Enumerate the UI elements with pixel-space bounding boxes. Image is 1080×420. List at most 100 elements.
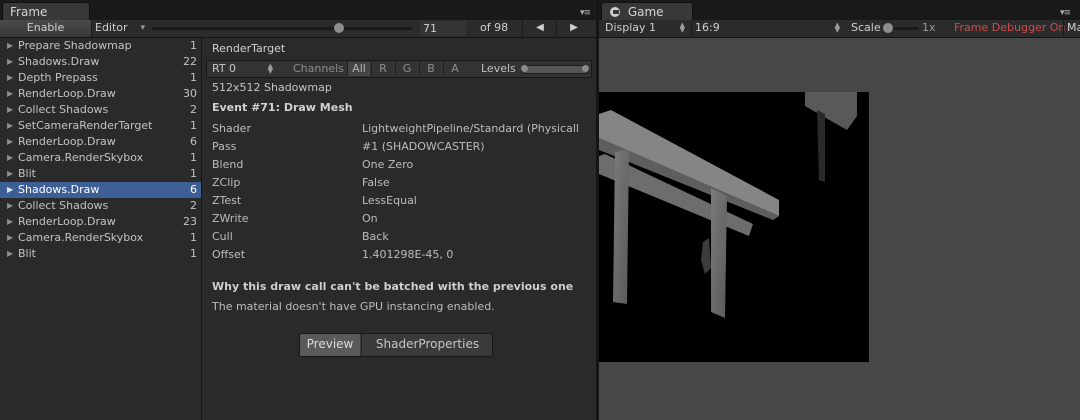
- event-count: 1: [190, 247, 197, 260]
- property-name: Shader: [212, 122, 251, 135]
- event-count: 2: [190, 103, 197, 116]
- tab-shader-properties[interactable]: ShaderProperties: [361, 334, 492, 356]
- panel-menu-icon[interactable]: ▾≡: [1060, 8, 1074, 18]
- levels-min-handle[interactable]: [521, 65, 528, 72]
- event-label: Shadows.Draw: [18, 55, 100, 68]
- event-list-item[interactable]: ▶ RenderLoop.Draw 30: [0, 86, 201, 102]
- property-value: LightweightPipeline/Standard (Physicall: [362, 122, 579, 135]
- expand-triangle-icon[interactable]: ▶: [7, 38, 13, 54]
- property-name: ZClip: [212, 176, 241, 189]
- tab-game[interactable]: Game: [601, 2, 693, 20]
- expand-triangle-icon[interactable]: ▶: [7, 86, 13, 102]
- event-count: 1: [190, 231, 197, 244]
- channel-g-button[interactable]: G: [395, 62, 418, 76]
- property-name: Pass: [212, 140, 237, 153]
- slider-thumb[interactable]: [334, 23, 345, 33]
- channel-r-button[interactable]: R: [371, 62, 394, 76]
- event-list-item[interactable]: ▶ RenderLoop.Draw 6: [0, 134, 201, 150]
- previous-event-button[interactable]: ◀: [522, 20, 557, 37]
- expand-triangle-icon[interactable]: ▶: [7, 230, 13, 246]
- channel-b-button[interactable]: B: [419, 62, 442, 76]
- levels-slider[interactable]: [521, 65, 589, 74]
- expand-triangle-icon[interactable]: ▶: [7, 134, 13, 150]
- torii-gate-shadowmap: [599, 92, 857, 318]
- event-label: Blit: [18, 167, 36, 180]
- scale-slider[interactable]: [883, 20, 919, 37]
- enable-button[interactable]: Enable: [0, 20, 92, 37]
- render-target-heading: RenderTarget: [212, 42, 286, 55]
- event-label: Depth Prepass: [18, 71, 98, 84]
- event-count: 1: [190, 119, 197, 132]
- render-target-info: 512x512 Shadowmap: [212, 81, 332, 94]
- event-label: RenderLoop.Draw: [18, 135, 116, 148]
- aspect-dropdown[interactable]: 16:9 ▲ ▼: [691, 20, 844, 37]
- event-count: 1: [190, 39, 197, 52]
- event-list-item[interactable]: ▶ SetCameraRenderTarget 1: [0, 118, 201, 134]
- slider-thumb[interactable]: [883, 23, 893, 33]
- detail-tab-group: Preview ShaderProperties: [299, 333, 493, 357]
- event-list-item[interactable]: ▶ Prepare Shadowmap 1: [0, 38, 201, 54]
- display-dropdown[interactable]: Display 1 ▲ ▼: [605, 20, 689, 37]
- event-label: Collect Shadows: [18, 199, 109, 212]
- expand-triangle-icon[interactable]: ▶: [7, 54, 13, 70]
- expand-triangle-icon[interactable]: ▶: [7, 198, 13, 214]
- scale-value: 1x: [922, 21, 936, 34]
- expand-triangle-icon[interactable]: ▶: [7, 102, 13, 118]
- property-value: On: [362, 212, 378, 225]
- event-list: ▶ Prepare Shadowmap 1 ▶ Shadows.Draw 22 ▶ Depth…: [0, 38, 202, 420]
- expand-triangle-icon[interactable]: ▶: [7, 70, 13, 86]
- expand-triangle-icon[interactable]: ▶: [7, 182, 13, 198]
- panel-menu-icon[interactable]: ▾≡: [580, 8, 594, 18]
- expand-triangle-icon[interactable]: ▶: [7, 214, 13, 230]
- event-count: 1: [190, 151, 197, 164]
- rt-dropdown-value: RT 0: [212, 62, 237, 75]
- event-slider[interactable]: [152, 20, 412, 37]
- maximize-on-play-button[interactable]: Ma: [1063, 20, 1080, 36]
- event-label: Camera.RenderSkybox: [18, 231, 144, 244]
- event-label: Prepare Shadowmap: [18, 39, 132, 52]
- channel-all-button[interactable]: All: [347, 62, 370, 76]
- event-list-item[interactable]: ▶ Shadows.Draw 22: [0, 54, 201, 70]
- tab-preview[interactable]: Preview: [300, 334, 360, 356]
- property-name: ZTest: [212, 194, 242, 207]
- display-dropdown-value: Display 1: [605, 21, 657, 34]
- expand-triangle-icon[interactable]: ▶: [7, 166, 13, 182]
- event-list-item[interactable]: ▶ Blit 1: [0, 166, 201, 182]
- target-dropdown[interactable]: Editor ▾: [95, 20, 147, 37]
- event-list-item[interactable]: ▶ Camera.RenderSkybox 1: [0, 230, 201, 246]
- event-list-item[interactable]: ▶ Camera.RenderSkybox 1: [0, 150, 201, 166]
- property-value: 1.401298E-45, 0: [362, 248, 454, 261]
- game-view[interactable]: [599, 38, 1080, 420]
- property-name: Cull: [212, 230, 233, 243]
- frame-debugger-status: Frame Debugger On: [954, 21, 1066, 34]
- property-value: Back: [362, 230, 389, 243]
- levels-label: Levels: [481, 62, 516, 75]
- event-detail-panel: RenderTarget RT 0 ▲ ▼ Channels All R G B …: [202, 38, 596, 420]
- levels-max-handle[interactable]: [582, 65, 589, 72]
- expand-triangle-icon[interactable]: ▶: [7, 150, 13, 166]
- dropdown-arrow-icon: ▾: [140, 23, 145, 33]
- event-count: 30: [183, 87, 197, 100]
- event-list-item[interactable]: ▶ Collect Shadows 2: [0, 102, 201, 118]
- event-list-item[interactable]: ▶ Depth Prepass 1: [0, 70, 201, 86]
- channel-a-button[interactable]: A: [443, 62, 466, 76]
- dropdown-arrow-icon: ▲ ▼: [834, 21, 840, 34]
- tab-frame-debug[interactable]: Frame Debug: [2, 2, 90, 37]
- tab-label: Game: [627, 5, 664, 19]
- expand-triangle-icon[interactable]: ▶: [7, 118, 13, 134]
- tab-bar: [0, 0, 1080, 20]
- event-list-item[interactable]: ▶ Blit 1: [0, 246, 201, 262]
- event-label: RenderLoop.Draw: [18, 215, 116, 228]
- rt-dropdown[interactable]: RT 0 ▲ ▼: [207, 61, 277, 77]
- event-list-item[interactable]: ▶ Collect Shadows 2: [0, 198, 201, 214]
- next-event-button[interactable]: ▶: [556, 20, 591, 37]
- event-label: Shadows.Draw: [18, 183, 100, 196]
- event-label: Blit: [18, 247, 36, 260]
- shadowmap-preview: [599, 92, 869, 362]
- event-list-item[interactable]: ▶ RenderLoop.Draw 23: [0, 214, 201, 230]
- batch-heading: Why this draw call can't be batched with…: [212, 280, 574, 293]
- property-name: ZWrite: [212, 212, 249, 225]
- expand-triangle-icon[interactable]: ▶: [7, 246, 13, 262]
- event-number-field[interactable]: 71: [420, 21, 466, 36]
- event-list-item[interactable]: ▶ Shadows.Draw 6: [0, 182, 201, 198]
